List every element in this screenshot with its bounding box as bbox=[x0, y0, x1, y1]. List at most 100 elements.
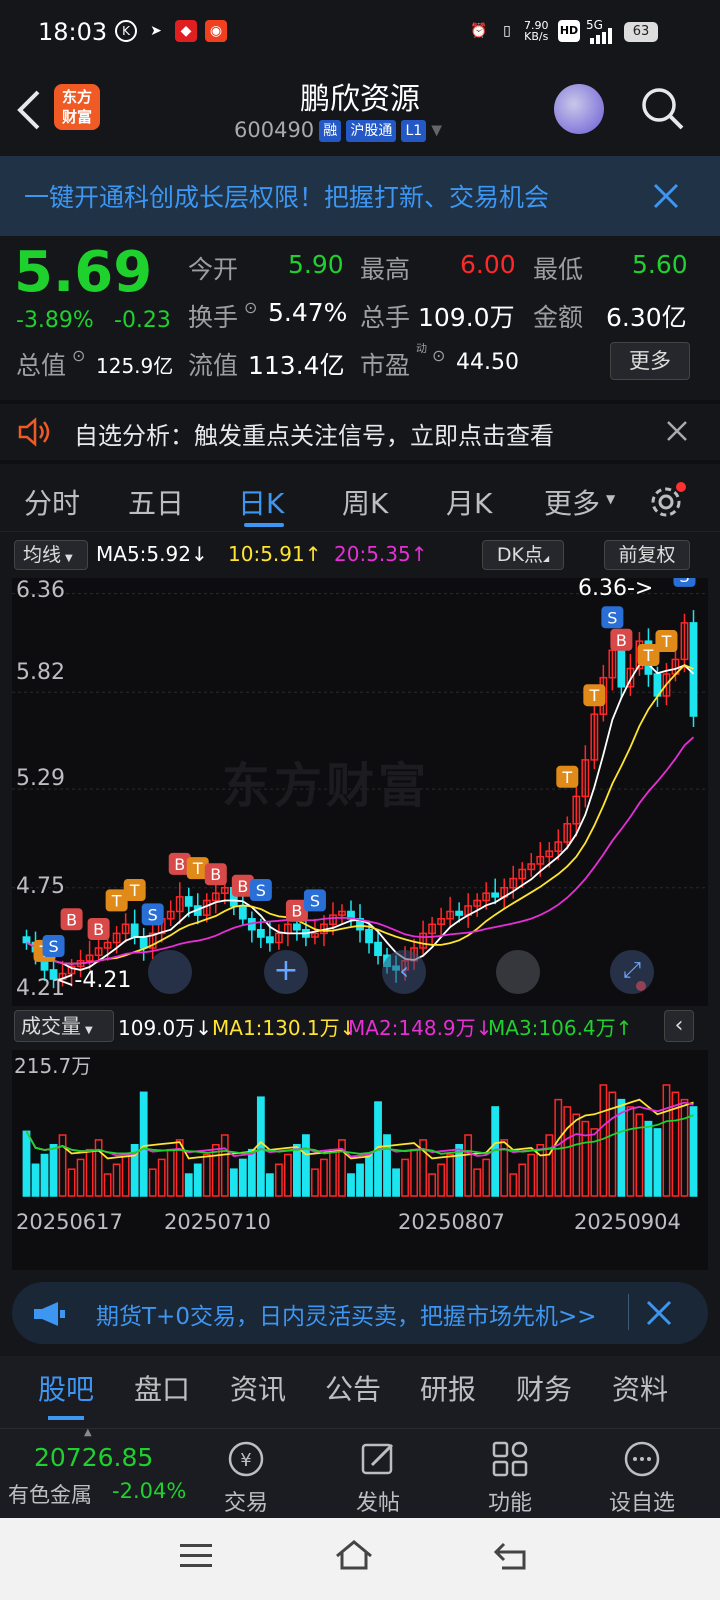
logo-line1: 东方 bbox=[61, 88, 92, 106]
tab-wuri[interactable]: 五日 bbox=[128, 482, 184, 522]
mcap-value: 125.9亿 bbox=[96, 354, 174, 378]
content-tabs: 股吧 盘口 资讯 公告 研报 财务 资料 bbox=[0, 1356, 720, 1428]
tab-news[interactable]: 资讯 bbox=[230, 1368, 286, 1408]
signal-badge-text: T bbox=[129, 881, 140, 900]
promo-banner[interactable]: 一键开通科创成长层权限！把握打新、交易机会 bbox=[0, 156, 720, 236]
ma5-text: MA5:5.92 bbox=[96, 542, 191, 566]
signal-badge-text: S bbox=[256, 881, 266, 900]
app-notify-icon-2: ◉ bbox=[205, 20, 227, 42]
info-icon[interactable]: ⊙ bbox=[72, 346, 85, 365]
robot-assistant-icon[interactable] bbox=[554, 84, 604, 134]
prev-button[interactable]: ‹ bbox=[382, 950, 426, 994]
ma20-value: 20:5.35↑ bbox=[334, 542, 428, 566]
tab-fenshi[interactable]: 分时 bbox=[24, 482, 80, 522]
volume-bar bbox=[256, 1096, 265, 1197]
gear-icon[interactable] bbox=[648, 482, 688, 522]
home-icon[interactable] bbox=[334, 1538, 374, 1572]
sector-index[interactable]: 20726.85 有色金属 -2.04% bbox=[0, 1429, 190, 1519]
minus-zoom-button[interactable] bbox=[148, 950, 192, 994]
axis-label: 5.82 bbox=[16, 660, 65, 685]
status-time: 18:03 bbox=[38, 18, 108, 46]
volume-selector[interactable]: 成交量 ▼ bbox=[14, 1010, 114, 1042]
net-speed-unit: KB/s bbox=[524, 30, 549, 43]
chevron-down-icon: ▼ bbox=[431, 122, 443, 139]
post-button[interactable]: 发帖 bbox=[328, 1439, 428, 1517]
corner-icon: ◢ bbox=[542, 554, 550, 563]
signal-badge-text: S bbox=[607, 608, 617, 627]
volume-chart[interactable]: 215.7万 20250617 20250710 20250807 202509… bbox=[12, 1050, 708, 1270]
volume-bar bbox=[202, 1153, 211, 1197]
volume-value: 109.0万 bbox=[418, 303, 515, 332]
stock-code-row[interactable]: 600490 融 沪股通 L1 ▼ bbox=[234, 118, 442, 144]
edit-icon bbox=[361, 1443, 394, 1475]
next-button[interactable] bbox=[496, 950, 540, 994]
close-icon[interactable] bbox=[666, 420, 688, 442]
trade-button[interactable]: ¥ 交易 bbox=[196, 1439, 296, 1517]
tab-finance[interactable]: 财务 bbox=[516, 1368, 572, 1408]
tab-monthly-k[interactable]: 月K bbox=[446, 482, 492, 522]
search-icon[interactable] bbox=[640, 86, 686, 132]
candle-body bbox=[130, 923, 139, 938]
candle-body bbox=[238, 905, 247, 920]
tab-profile[interactable]: 资料 bbox=[612, 1368, 668, 1408]
volume-bar bbox=[193, 1163, 202, 1197]
more-button[interactable]: 更多 bbox=[610, 342, 690, 380]
ma-selector[interactable]: 均线 ▼ bbox=[14, 540, 88, 570]
quote-panel: 5.69 -3.89% -0.23 今开 5.90 最高 6.00 最低 5.6… bbox=[0, 236, 720, 396]
tab-more[interactable]: 更多 bbox=[544, 482, 600, 522]
sector-index-value: 20726.85 bbox=[34, 1443, 154, 1472]
tab-research[interactable]: 研报 bbox=[420, 1368, 476, 1408]
add-favorite-button[interactable]: 设自选 bbox=[592, 1439, 692, 1517]
tab-daily-k[interactable]: 日K bbox=[238, 482, 284, 522]
close-icon[interactable] bbox=[652, 182, 680, 210]
kline-chart[interactable]: TSBBTTSBTBBSBSTTSBTTS 东方财富 6.36 5.82 5.2… bbox=[12, 564, 708, 1006]
active-tab-indicator bbox=[244, 523, 284, 527]
close-icon[interactable] bbox=[646, 1300, 672, 1326]
futures-banner[interactable]: 期货T+0交易，日内灵活买卖，把握市场先机>> bbox=[12, 1282, 708, 1344]
tab-guba[interactable]: 股吧 bbox=[38, 1368, 94, 1408]
volume-selector-label: 成交量 bbox=[21, 1014, 81, 1038]
volume-bar bbox=[680, 1098, 689, 1197]
info-icon[interactable]: ⊙ bbox=[244, 298, 257, 317]
signal-alert[interactable]: 自选分析：触发重点关注信号，立即点击查看 bbox=[0, 400, 720, 464]
plus-zoom-button[interactable]: + bbox=[264, 950, 308, 994]
signal-icon bbox=[590, 28, 612, 44]
volume-bar bbox=[509, 1173, 518, 1197]
date-label: 20250710 bbox=[164, 1210, 271, 1234]
tab-announcement[interactable]: 公告 bbox=[325, 1368, 381, 1408]
volume-current-text: 109.0万 bbox=[118, 1016, 196, 1040]
info-icon[interactable]: ⊙ bbox=[432, 346, 445, 365]
amount-label: 金额 bbox=[533, 303, 584, 332]
signal-badge-text: B bbox=[291, 902, 302, 921]
current-price: 5.69 bbox=[14, 240, 153, 305]
signal-badge-text: B bbox=[174, 855, 185, 874]
menu-icon[interactable] bbox=[180, 1542, 212, 1570]
fullscreen-button[interactable]: ⤢ bbox=[610, 950, 654, 994]
volume-bar bbox=[148, 1168, 157, 1197]
signal-badge-text: T bbox=[192, 859, 203, 878]
volume-bar bbox=[283, 1153, 292, 1197]
date-label: 20250617 bbox=[16, 1210, 123, 1234]
volume-bar bbox=[320, 1158, 328, 1197]
adjust-button[interactable]: 前复权 bbox=[604, 540, 690, 570]
signal-badge-text: B bbox=[210, 865, 221, 884]
volume-bar bbox=[184, 1173, 193, 1197]
app-logo[interactable]: 东方 财富 bbox=[54, 84, 100, 130]
axis-label-max: 6.36 bbox=[16, 578, 65, 603]
volume-bar bbox=[265, 1173, 274, 1197]
candle-body bbox=[265, 936, 274, 944]
function-label: 功能 bbox=[487, 1491, 532, 1516]
change-value: -0.23 bbox=[114, 308, 171, 333]
volume-bar bbox=[274, 1163, 283, 1197]
pe-value: 44.50 bbox=[456, 350, 519, 375]
signal-badge-text: S bbox=[48, 937, 58, 956]
tab-pankou[interactable]: 盘口 bbox=[134, 1368, 190, 1408]
function-button[interactable]: 功能 bbox=[460, 1439, 560, 1517]
dk-point-button[interactable]: DK点◢ bbox=[482, 540, 564, 570]
k-app-icon: K bbox=[115, 20, 137, 42]
volume-bar bbox=[121, 1153, 130, 1197]
collapse-button[interactable]: ‹ bbox=[664, 1010, 694, 1042]
back-nav-icon[interactable] bbox=[494, 1540, 528, 1570]
back-icon[interactable] bbox=[14, 88, 44, 132]
tab-weekly-k[interactable]: 周K bbox=[342, 482, 388, 522]
